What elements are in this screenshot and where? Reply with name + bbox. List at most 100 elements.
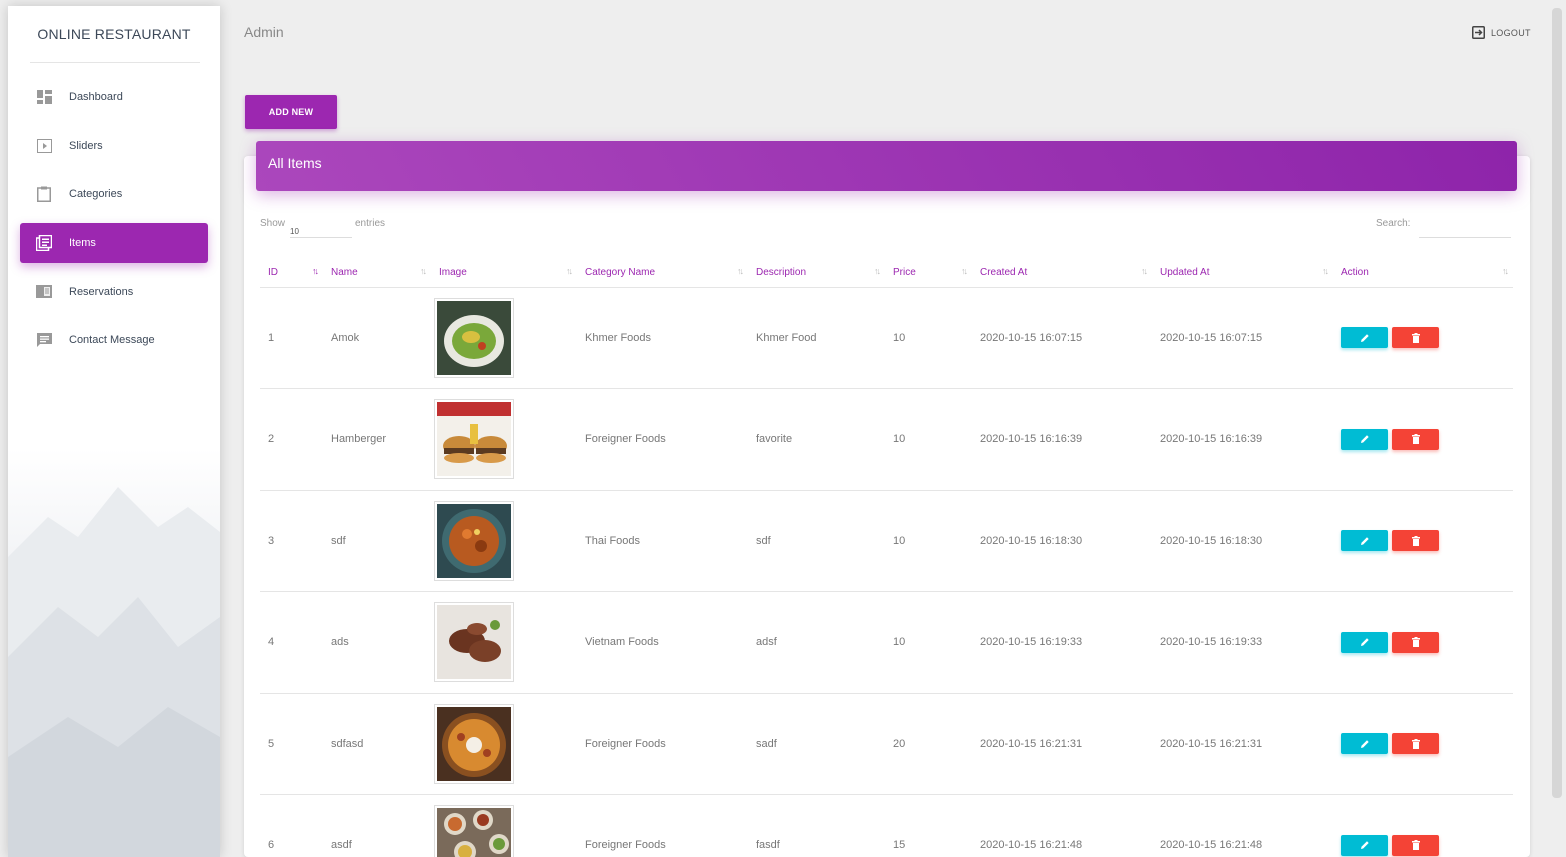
cell-image <box>431 591 577 694</box>
column-header-label: Category Name <box>585 266 656 278</box>
sidebar-item-items[interactable]: Items <box>20 223 208 264</box>
sidebar-item-dashboard[interactable]: Dashboard <box>20 77 208 117</box>
cell-action <box>1333 287 1513 389</box>
cell-id: 1 <box>260 287 323 389</box>
cell-action <box>1333 794 1513 857</box>
delete-button[interactable] <box>1392 327 1439 349</box>
cell-price: 15 <box>885 794 972 857</box>
logout-button[interactable]: LOGOUT <box>1472 26 1531 39</box>
sort-icon: ↑↓ <box>566 266 573 276</box>
column-header-id[interactable]: ID ↑↓ <box>260 258 323 288</box>
clipboard-icon <box>36 186 52 203</box>
column-header-category-name[interactable]: Category Name ↑↓ <box>577 258 748 288</box>
page-scrollbar[interactable] <box>1552 8 1562 798</box>
cell-price: 10 <box>885 490 972 592</box>
delete-button[interactable] <box>1392 428 1439 450</box>
food-thumbnail[interactable] <box>434 297 514 378</box>
cell-category: Foreigner Foods <box>577 794 748 857</box>
delete-button[interactable] <box>1392 530 1439 552</box>
cell-action <box>1333 388 1513 491</box>
column-header-label: Image <box>439 266 467 278</box>
edit-button[interactable] <box>1341 834 1388 856</box>
sidebar-item-label: Contact Message <box>69 334 155 347</box>
table-header-row: ID ↑↓ Name ↑↓ Image ↑↓ Category Name ↑↓ Desc… <box>260 258 1513 288</box>
brand-title[interactable]: ONLINE RESTAURANT <box>8 6 220 64</box>
cell-id: 2 <box>260 388 323 491</box>
column-header-label: Updated At <box>1160 266 1210 278</box>
column-header-name[interactable]: Name ↑↓ <box>323 258 431 288</box>
cell-action <box>1333 490 1513 592</box>
food-thumbnail[interactable] <box>434 399 514 480</box>
edit-button[interactable] <box>1341 327 1388 349</box>
sidebar-item-sliders[interactable]: Sliders <box>20 126 208 166</box>
sidebar-item-label: Items <box>69 237 96 250</box>
items-table: ID ↑↓ Name ↑↓ Image ↑↓ Category Name ↑↓ Desc… <box>260 258 1513 857</box>
column-header-image[interactable]: Image ↑↓ <box>431 258 577 288</box>
cell-created-at: 2020-10-15 16:16:39 <box>972 388 1152 491</box>
sidebar-item-categories[interactable]: Categories <box>20 174 208 214</box>
delete-button[interactable] <box>1392 733 1439 755</box>
cell-image <box>431 287 577 389</box>
cell-description: Khmer Food <box>748 287 885 389</box>
column-header-action[interactable]: Action ↑↓ <box>1333 258 1513 288</box>
dashboard-icon <box>36 89 52 105</box>
cell-description: sadf <box>748 693 885 795</box>
edit-button[interactable] <box>1341 530 1388 552</box>
add-new-button[interactable]: ADD NEW <box>245 95 337 129</box>
pencil-icon <box>1360 334 1369 342</box>
cell-name: sdf <box>323 490 431 592</box>
food-thumbnail[interactable] <box>434 500 514 581</box>
library-books-icon <box>36 235 52 252</box>
table-row: 2 Hamberger Foreigner Foods favorite 10 … <box>260 388 1513 491</box>
sidebar-item-label: Categories <box>69 188 123 201</box>
cell-category: Foreigner Foods <box>577 693 748 795</box>
entries-label: entries <box>355 218 386 229</box>
food-thumbnail[interactable] <box>434 805 514 857</box>
cell-image <box>431 794 577 857</box>
cell-name: ads <box>323 591 431 694</box>
sidebar-item-contact-message[interactable]: Contact Message <box>20 320 208 360</box>
food-thumbnail[interactable] <box>434 602 514 683</box>
sidebar-item-label: Sliders <box>69 139 103 152</box>
edit-button[interactable] <box>1341 631 1388 653</box>
logout-label: LOGOUT <box>1491 27 1531 38</box>
column-header-price[interactable]: Price ↑↓ <box>885 258 972 288</box>
column-header-label: Price <box>893 266 916 278</box>
trash-icon <box>1411 434 1420 445</box>
delete-button[interactable] <box>1392 834 1439 856</box>
column-header-created-at[interactable]: Created At ↑↓ <box>972 258 1152 288</box>
cell-category: Foreigner Foods <box>577 388 748 491</box>
cell-updated-at: 2020-10-15 16:21:48 <box>1152 794 1333 857</box>
pencil-icon <box>1360 841 1369 850</box>
page-size-select[interactable]: 10 <box>290 224 352 238</box>
trash-icon <box>1411 637 1420 648</box>
cell-id: 5 <box>260 693 323 795</box>
cell-updated-at: 2020-10-15 16:21:31 <box>1152 693 1333 795</box>
sort-icon: ↑↓ <box>420 266 427 276</box>
cell-description: sdf <box>748 490 885 592</box>
sidebar-item-label: Reservations <box>69 285 134 298</box>
search-input[interactable] <box>1419 214 1511 238</box>
cell-image <box>431 693 577 795</box>
pencil-icon <box>1360 435 1369 444</box>
cell-price: 10 <box>885 287 972 389</box>
cell-name: asdf <box>323 794 431 857</box>
delete-button[interactable] <box>1392 631 1439 653</box>
sort-icon: ↑↓ <box>874 266 881 276</box>
card-title: All Items <box>268 155 322 171</box>
edit-button[interactable] <box>1341 428 1388 450</box>
column-header-updated-at[interactable]: Updated At ↑↓ <box>1152 258 1333 288</box>
edit-button[interactable] <box>1341 733 1388 755</box>
cell-created-at: 2020-10-15 16:07:15 <box>972 287 1152 389</box>
cell-name: Hamberger <box>323 388 431 491</box>
cell-name: Amok <box>323 287 431 389</box>
pencil-icon <box>1360 638 1369 647</box>
cell-image <box>431 388 577 491</box>
cell-name: sdfasd <box>323 693 431 795</box>
food-thumbnail[interactable] <box>434 703 514 784</box>
sidebar-item-reservations[interactable]: Reservations <box>20 272 208 312</box>
cell-category: Khmer Foods <box>577 287 748 389</box>
page-title: Admin <box>244 24 284 40</box>
table-row: 3 sdf Thai Foods sdf 10 2020-10-15 16:18… <box>260 490 1513 592</box>
column-header-description[interactable]: Description ↑↓ <box>748 258 885 288</box>
